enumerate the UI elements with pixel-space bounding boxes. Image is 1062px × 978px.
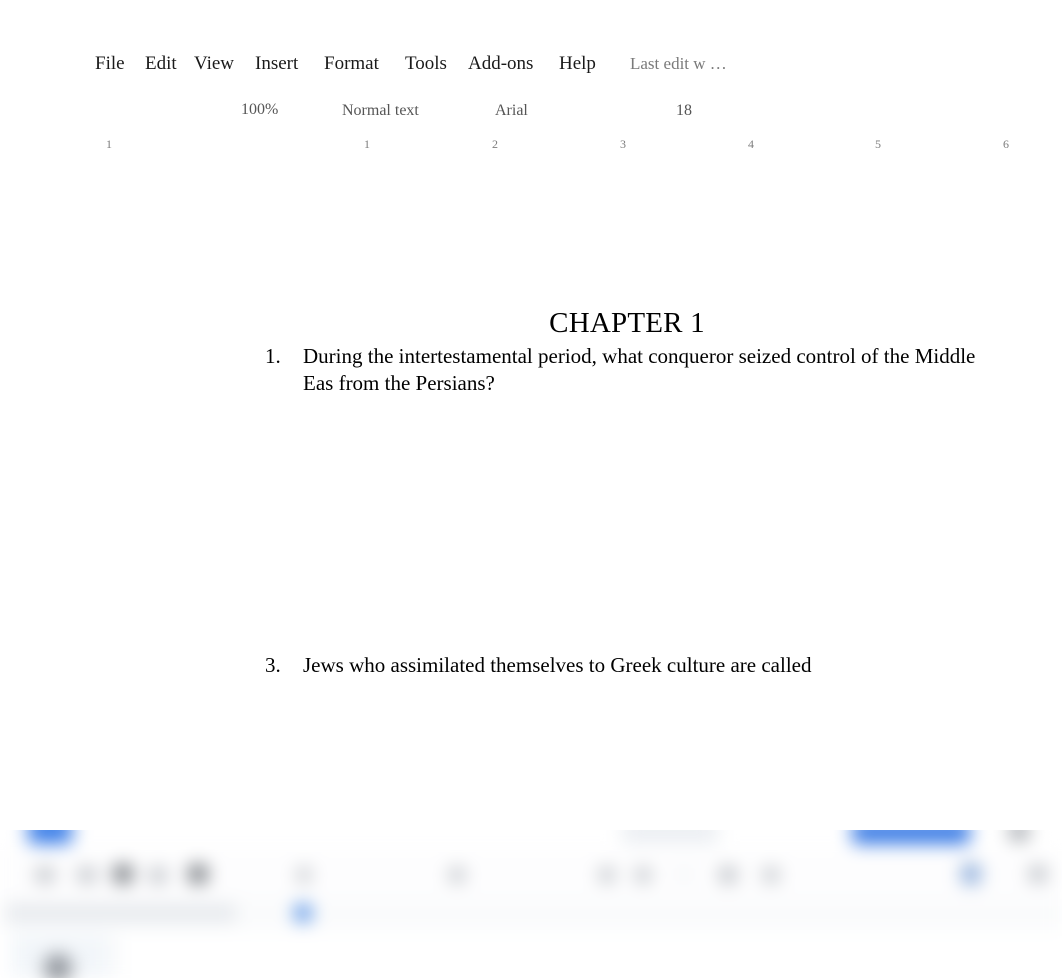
menu-item-insert[interactable]: Insert — [255, 54, 298, 73]
background-toolbar-icon — [150, 868, 166, 883]
menu-item-view[interactable]: View — [194, 54, 234, 73]
background-toolbar-icon — [1030, 866, 1046, 882]
document-heading: CHAPTER 1 — [549, 307, 705, 339]
background-divider — [114, 934, 116, 978]
horizontal-ruler[interactable]: 1 1 2 3 4 5 6 — [0, 138, 1062, 160]
menu-item-tools[interactable]: Tools — [405, 54, 447, 73]
background-toolbar-icon — [298, 868, 310, 882]
ruler-mark: 4 — [748, 137, 754, 151]
menu-item-format[interactable]: Format — [324, 54, 379, 73]
background-main-content — [120, 934, 1062, 978]
font-size-selector[interactable]: 18 — [676, 103, 692, 119]
background-toolbar-icon — [78, 868, 96, 882]
ruler-mark: 6 — [1003, 137, 1009, 151]
list-item-text: During the intertestamental period, what… — [303, 344, 976, 395]
background-primary-button-right — [852, 830, 970, 844]
formatting-toolbar: 100% Normal text Arial 18 — [0, 97, 1062, 125]
menu-bar: File Edit View Insert Format Tools Add-o… — [0, 45, 1062, 81]
background-avatar — [44, 954, 72, 978]
list-item-text: Jews who assimilated themselves to Greek… — [303, 653, 812, 677]
background-window-blurred[interactable] — [0, 830, 1062, 978]
ruler-mark: 1 — [364, 137, 370, 151]
background-toolbar-icon — [962, 864, 980, 884]
background-toolbar-icon — [450, 868, 464, 882]
background-window-content — [0, 830, 1062, 978]
menu-item-edit[interactable]: Edit — [145, 54, 177, 73]
background-status-badge — [294, 904, 312, 922]
background-toolbar-icon — [720, 867, 736, 883]
list-item[interactable]: 3. Jews who assimilated themselves to Gr… — [265, 652, 1062, 679]
background-toolbar-icon — [676, 866, 692, 882]
last-edit-status[interactable]: Last edit w … — [630, 55, 727, 72]
menu-item-file[interactable]: File — [95, 54, 125, 73]
list-item-marker: 1. — [265, 344, 281, 368]
ruler-mark: 2 — [492, 137, 498, 151]
background-toolbar-icon — [188, 864, 208, 884]
paragraph-style-selector[interactable]: Normal text — [342, 103, 419, 119]
background-input-field — [6, 904, 236, 922]
ruler-mark: 3 — [620, 137, 626, 151]
list-item-marker: 3. — [265, 653, 281, 677]
document-canvas[interactable]: CHAPTER 1 1. During the intertestamental… — [0, 165, 1062, 830]
background-toolbar-icon — [36, 868, 54, 882]
background-toolbar-icon — [764, 868, 778, 882]
menu-item-add-ons[interactable]: Add-ons — [468, 54, 533, 73]
zoom-level-selector[interactable]: 100% — [241, 102, 278, 118]
background-toolbar-icon — [636, 868, 650, 882]
ruler-mark: 1 — [106, 137, 112, 151]
background-toolbar-icon — [113, 864, 133, 884]
ruler-mark: 5 — [875, 137, 881, 151]
list-item[interactable]: 1. During the intertestamental period, w… — [265, 343, 1062, 397]
background-toolbar-icon — [600, 868, 614, 882]
font-family-selector[interactable]: Arial — [495, 103, 528, 119]
background-primary-button-left — [28, 830, 72, 844]
background-search-field — [622, 830, 718, 844]
menu-item-help[interactable]: Help — [559, 54, 596, 73]
